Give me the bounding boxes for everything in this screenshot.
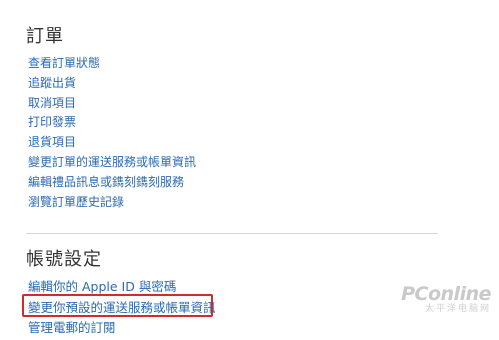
watermark-logo: PConline 太平洋电脑网 [401, 284, 491, 315]
view-order-status-link[interactable]: 查看訂單狀態 [28, 56, 100, 70]
return-items-link[interactable]: 退貨項目 [28, 135, 76, 149]
edit-apple-id-password-link[interactable]: 編輯你的 Apple ID 與密碼 [28, 279, 176, 294]
list-item: 變更你預設的運送服務或帳單資訊 [28, 298, 216, 319]
account-settings-title: 帳號設定 [26, 249, 102, 270]
list-item: 查看訂單狀態 [28, 54, 196, 74]
change-default-shipping-billing-link[interactable]: 變更你預設的運送服務或帳單資訊 [28, 300, 216, 315]
list-item: 管理電郵的訂閱 [28, 318, 216, 339]
orders-section-title: 訂單 [26, 26, 64, 47]
list-item: 編輯你的 Apple ID 與密碼 [28, 277, 216, 298]
orders-link-list: 查看訂單狀態 追蹤出貨 取消項目 打印發票 退貨項目 變更訂單的運送服務或帳單資… [28, 54, 196, 212]
cancel-items-link[interactable]: 取消項目 [28, 96, 76, 110]
change-order-shipping-billing-link[interactable]: 變更訂單的運送服務或帳單資訊 [28, 155, 196, 169]
list-item: 打印發票 [28, 113, 196, 133]
list-item: 取消項目 [28, 94, 196, 114]
order-history-link[interactable]: 瀏覽訂單歷史記錄 [28, 195, 124, 209]
track-shipment-link[interactable]: 追蹤出貨 [28, 76, 76, 90]
manage-email-subscriptions-link[interactable]: 管理電郵的訂閱 [28, 320, 116, 335]
watermark-brand: PConline [401, 283, 491, 305]
section-divider [26, 233, 438, 234]
list-item: 編輯禮品訊息或鐫刻鐫刻服務 [28, 173, 196, 193]
list-item: 退貨項目 [28, 133, 196, 153]
print-invoice-link[interactable]: 打印發票 [28, 115, 76, 129]
list-item: 變更訂單的運送服務或帳單資訊 [28, 153, 196, 173]
list-item: 瀏覽訂單歷史記錄 [28, 193, 196, 213]
list-item: 追蹤出貨 [28, 74, 196, 94]
edit-gift-message-engraving-link[interactable]: 編輯禮品訊息或鐫刻鐫刻服務 [28, 175, 184, 189]
watermark-tagline: 太平洋电脑网 [424, 304, 491, 314]
account-link-list: 編輯你的 Apple ID 與密碼 變更你預設的運送服務或帳單資訊 管理電郵的訂… [28, 277, 216, 339]
